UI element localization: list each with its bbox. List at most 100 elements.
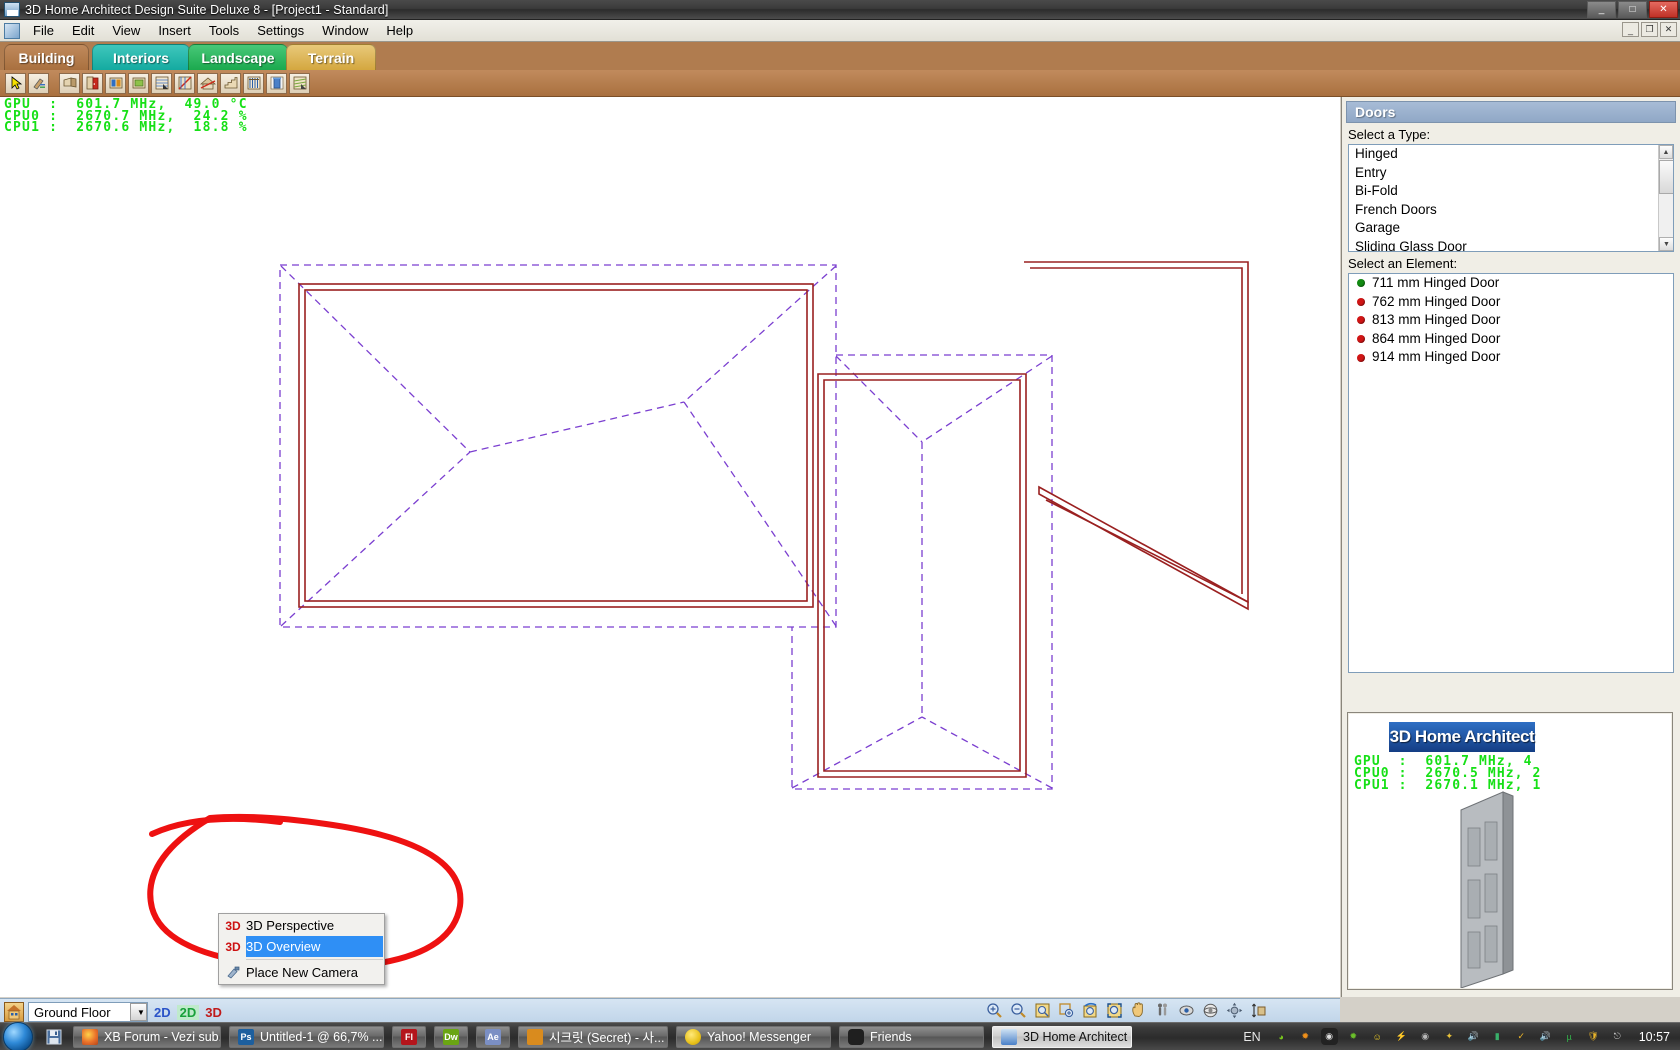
elevation-button[interactable]	[1249, 1001, 1268, 1020]
taskbar-item-secret[interactable]: 시크릿 (Secret) - 사...	[518, 1026, 668, 1048]
roof-tool[interactable]	[197, 73, 218, 94]
menu-item-place-new-camera[interactable]: Place New Camera	[220, 962, 383, 983]
gear-tray-icon[interactable]: ✹	[1345, 1028, 1362, 1045]
menu-item-view[interactable]: View	[103, 21, 149, 40]
window-tool[interactable]	[105, 73, 126, 94]
taskbar-item-3d-home-architect[interactable]: 3D Home Architect ...	[992, 1026, 1132, 1048]
walk-button[interactable]	[1153, 1001, 1172, 1020]
menu-item-3d-perspective[interactable]: 3D 3D Perspective	[220, 915, 383, 936]
list-item[interactable]: 864 mm Hinged Door	[1349, 330, 1673, 349]
mdi-restore-button[interactable]: ❐	[1641, 22, 1658, 37]
volume-tray-icon[interactable]: 🔊	[1465, 1028, 1482, 1045]
list-item[interactable]: Hinged	[1349, 145, 1673, 164]
menu-item-settings[interactable]: Settings	[248, 21, 313, 40]
floorplan-drawing[interactable]	[0, 97, 1340, 997]
start-button[interactable]	[3, 1022, 33, 1050]
save-icon[interactable]	[43, 1026, 65, 1048]
framing-tool[interactable]	[174, 73, 195, 94]
view-3d-button[interactable]: 3D	[202, 1005, 225, 1020]
menu-item-3d-overview[interactable]: 3D 3D Overview	[220, 936, 383, 957]
zoom-in-button[interactable]	[985, 1001, 1004, 1020]
tab-landscape[interactable]: Landscape	[188, 44, 288, 70]
mdi-close-button[interactable]: ✕	[1660, 22, 1677, 37]
taskbar-item-firefox[interactable]: XB Forum - Vezi sub...	[73, 1026, 221, 1048]
tilt-button[interactable]	[1225, 1001, 1244, 1020]
list-item[interactable]: 914 mm Hinged Door	[1349, 348, 1673, 367]
taskbar-item-aftereffects[interactable]: Ae	[476, 1026, 510, 1048]
view-context-menu[interactable]: 3D 3D Perspective 3D 3D Overview Place N…	[218, 913, 385, 985]
shield-tray-icon[interactable]: 🛡	[1585, 1028, 1602, 1045]
stairs-tool[interactable]	[220, 73, 241, 94]
door-element-listbox[interactable]: 711 mm Hinged Door 762 mm Hinged Door 81…	[1348, 273, 1674, 673]
orbit-button[interactable]	[1201, 1001, 1220, 1020]
tab-interiors[interactable]: Interiors	[92, 44, 190, 70]
railing-tool[interactable]	[243, 73, 264, 94]
menu-item-edit[interactable]: Edit	[63, 21, 103, 40]
flash-icon: Fl	[401, 1029, 417, 1045]
list-item[interactable]: Bi-Fold	[1349, 182, 1673, 201]
wall-tool[interactable]	[59, 73, 80, 94]
door-type-listbox[interactable]: Hinged Entry Bi-Fold French Doors Garage…	[1348, 144, 1674, 252]
pan-hand-button[interactable]	[1129, 1001, 1148, 1020]
flash-tray-icon[interactable]: ⚡	[1393, 1028, 1410, 1045]
type-list-scrollbar[interactable]: ▲ ▼	[1658, 145, 1673, 251]
sound-tray-icon[interactable]: 🔊	[1537, 1028, 1554, 1045]
taskbar-item-photoshop[interactable]: Ps Untitled-1 @ 66,7% ...	[229, 1026, 384, 1048]
zoom-extents-button[interactable]	[1105, 1001, 1124, 1020]
webcam-tray-icon[interactable]: ◉	[1417, 1028, 1434, 1045]
opening-tool[interactable]	[128, 73, 149, 94]
view-eye-button[interactable]	[1177, 1001, 1196, 1020]
menu-item-insert[interactable]: Insert	[149, 21, 200, 40]
taskbar-item-yahoo-messenger[interactable]: Yahoo! Messenger	[676, 1026, 831, 1048]
list-item[interactable]: 711 mm Hinged Door	[1349, 274, 1673, 293]
scrollbar-thumb[interactable]	[1659, 160, 1674, 194]
magic-tray-icon[interactable]: ✦	[1441, 1028, 1458, 1045]
taskbar-item-steam-friends[interactable]: Friends	[839, 1026, 984, 1048]
usb-tray-icon[interactable]: ⎋	[1609, 1028, 1626, 1045]
taskbar-clock[interactable]: 10:57	[1633, 1030, 1674, 1044]
taskbar-item-dreamweaver[interactable]: Dw	[434, 1026, 468, 1048]
list-item[interactable]: 762 mm Hinged Door	[1349, 293, 1673, 312]
chevron-down-icon[interactable]: ▼	[130, 1003, 147, 1021]
floor-selector[interactable]: Ground Floor ▼	[28, 1002, 148, 1022]
close-button[interactable]: ✕	[1649, 1, 1678, 18]
utorrent-tray-icon[interactable]: µ	[1561, 1028, 1578, 1045]
tab-building[interactable]: Building	[4, 44, 89, 70]
scroll-up-arrow-icon[interactable]: ▲	[1659, 145, 1673, 159]
door-tool[interactable]	[82, 73, 103, 94]
menu-item-window[interactable]: Window	[313, 21, 377, 40]
menu-item-tools[interactable]: Tools	[200, 21, 248, 40]
menu-item-help[interactable]: Help	[377, 21, 422, 40]
column-tool[interactable]	[266, 73, 287, 94]
security-tray-icon[interactable]: ✓	[1513, 1028, 1530, 1045]
zoom-out-button[interactable]	[1009, 1001, 1028, 1020]
settings-tray-icon[interactable]: ✹	[1297, 1028, 1314, 1045]
list-item[interactable]: 813 mm Hinged Door	[1349, 311, 1673, 330]
minimize-button[interactable]: _	[1587, 1, 1616, 18]
view-2d-solid-button[interactable]: 2D	[177, 1005, 200, 1020]
zoom-window-button[interactable]	[1057, 1001, 1076, 1020]
nvidia-tray-icon[interactable]: ◕	[1273, 1028, 1290, 1045]
scroll-down-arrow-icon[interactable]: ▼	[1659, 237, 1674, 251]
language-indicator[interactable]: EN	[1238, 1030, 1265, 1044]
view-2d-wireframe-button[interactable]: 2D	[151, 1005, 174, 1020]
select-arrow-tool[interactable]	[5, 73, 26, 94]
yahoo-tray-icon[interactable]: ☺	[1369, 1028, 1386, 1045]
taskbar-item-flash[interactable]: Fl	[392, 1026, 426, 1048]
list-item[interactable]: French Doors	[1349, 201, 1673, 220]
list-item[interactable]: Sliding Glass Door	[1349, 238, 1673, 252]
tab-terrain[interactable]: Terrain	[286, 44, 376, 70]
zoom-fit-page-button[interactable]	[1033, 1001, 1052, 1020]
zoom-previous-button[interactable]	[1081, 1001, 1100, 1020]
maximize-button[interactable]: □	[1618, 1, 1647, 18]
list-item[interactable]: Garage	[1349, 219, 1673, 238]
list-item[interactable]: Entry	[1349, 164, 1673, 183]
network-tray-icon[interactable]: ▮	[1489, 1028, 1506, 1045]
mdi-minimize-button[interactable]: _	[1622, 22, 1639, 37]
floor-tool[interactable]	[151, 73, 172, 94]
deck-tool[interactable]	[289, 73, 310, 94]
steam-tray-icon[interactable]: ◉	[1321, 1028, 1338, 1045]
paint-brush-tool[interactable]	[28, 73, 49, 94]
floorplan-canvas[interactable]: GPU : 601.7 MHz, 49.0 °C CPU0 : 2670.7 M…	[0, 97, 1340, 997]
menu-item-file[interactable]: File	[24, 21, 63, 40]
